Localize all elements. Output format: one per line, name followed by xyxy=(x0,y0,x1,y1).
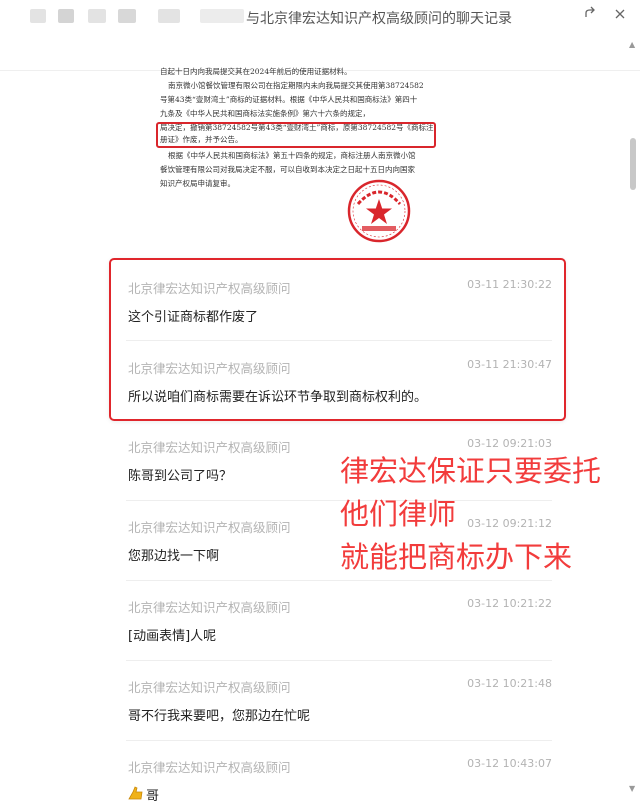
document-line: 南京微小馆餐饮管理有限公司在指定期限内未向我局提交其使用第38724582 xyxy=(168,81,424,90)
chat-message[interactable]: 北京律宏达知识产权高级顾问 03-12 10:21:48 哥不行我来要吧，您那边… xyxy=(126,677,552,724)
message-text: [动画表情]人呢 xyxy=(128,629,217,644)
annotation-text: 律宏达保证只要委托 他们律师 就能把商标办下来 xyxy=(340,450,640,579)
chat-message[interactable]: 北京律宏达知识产权高级顾问 03-11 21:30:47 所以说咱们商标需要在诉… xyxy=(126,358,552,405)
message-text: 哥不行我来要吧，您那边在忙呢 xyxy=(128,709,311,724)
message-time: 03-12 10:43:07 xyxy=(467,757,552,770)
message-text: 这个引证商标都作废了 xyxy=(128,310,259,325)
blurred-name xyxy=(58,9,74,23)
message-sender: 北京律宏达知识产权高级顾问 xyxy=(128,760,291,775)
thumbs-up-emoji-glyph xyxy=(128,786,143,800)
share-icon-glyph xyxy=(585,6,595,17)
annotation-line: 就能把商标办下来 xyxy=(340,540,573,574)
document-image[interactable]: 自起十日内向我局提交其在2024年前后的使用证据材料。 南京微小馆餐饮管理有限公… xyxy=(150,58,450,248)
chat-message[interactable]: 北京律宏达知识产权高级顾问 03-11 21:30:22 这个引证商标都作废了 xyxy=(126,278,552,325)
annotation-line: 他们律师 xyxy=(340,497,457,531)
document-highlight-box xyxy=(156,122,436,148)
message-sender: 北京律宏达知识产权高级顾问 xyxy=(128,440,291,455)
chat-message[interactable]: 北京律宏达知识产权高级顾问 03-12 10:21:22 [动画表情]人呢 xyxy=(126,597,552,644)
chat-message[interactable]: 北京律宏达知识产权高级顾问 03-12 10:43:07 哥 xyxy=(126,757,552,804)
message-text: 所以说咱们商标需要在诉讼环节争取到商标权利的。 xyxy=(128,390,428,405)
document-line: 根据《中华人民共和国商标法》第五十四条的规定，商标注册人南京微小馆 xyxy=(168,151,416,160)
message-divider xyxy=(126,580,552,581)
blurred-name xyxy=(158,9,180,23)
message-time: 03-11 21:30:22 xyxy=(467,278,552,291)
message-text: 哥 xyxy=(146,789,160,804)
message-divider xyxy=(126,740,552,741)
window-title: 与北京律宏达知识产权高级顾问的聊天记录 xyxy=(246,11,512,27)
close-icon-glyph xyxy=(615,9,625,19)
blurred-name xyxy=(200,9,244,23)
message-sender: 北京律宏达知识产权高级顾问 xyxy=(128,281,291,296)
message-sender: 北京律宏达知识产权高级顾问 xyxy=(128,520,291,535)
document-line: 餐饮管理有限公司对我局决定不服，可以自收到本决定之日起十五日内向国家 xyxy=(160,165,415,174)
scrollbar-thumb[interactable] xyxy=(630,138,636,190)
thumbs-up-emoji-icon xyxy=(128,786,144,804)
scroll-down-icon[interactable]: ▼ xyxy=(629,784,635,793)
message-time: 03-12 10:21:22 xyxy=(467,597,552,610)
avatar-blur xyxy=(30,9,46,23)
document-line: 知识产权局申请复审。 xyxy=(160,179,235,188)
message-sender: 北京律宏达知识产权高级顾问 xyxy=(128,680,291,695)
share-icon[interactable] xyxy=(580,6,600,26)
blurred-name xyxy=(118,9,136,23)
message-text-row: 哥 xyxy=(126,785,552,804)
document-line: 号第43类“壹财湾土”商标的证据材料。根据《中华人民共和国商标法》第四十 xyxy=(160,95,418,104)
message-divider xyxy=(126,340,552,341)
document-line: 九条及《中华人民共和国商标法实施条例》第六十六条的规定， xyxy=(160,109,370,118)
title-bar: 与北京律宏达知识产权高级顾问的聊天记录 xyxy=(0,0,640,34)
scroll-up-icon[interactable]: ▲ xyxy=(629,40,635,49)
message-sender: 北京律宏达知识产权高级顾问 xyxy=(128,600,291,615)
blurred-name xyxy=(88,9,106,23)
message-time: 03-11 21:30:47 xyxy=(467,358,552,371)
message-time: 03-12 09:21:03 xyxy=(467,437,552,450)
annotation-line: 律宏达保证只要委托 xyxy=(340,454,602,488)
close-icon[interactable] xyxy=(610,6,630,26)
message-divider xyxy=(126,660,552,661)
message-time: 03-12 10:21:48 xyxy=(467,677,552,690)
official-seal-icon xyxy=(347,179,411,243)
document-line: 自起十日内向我局提交其在2024年前后的使用证据材料。 xyxy=(160,67,352,76)
message-sender: 北京律宏达知识产权高级顾问 xyxy=(128,361,291,376)
